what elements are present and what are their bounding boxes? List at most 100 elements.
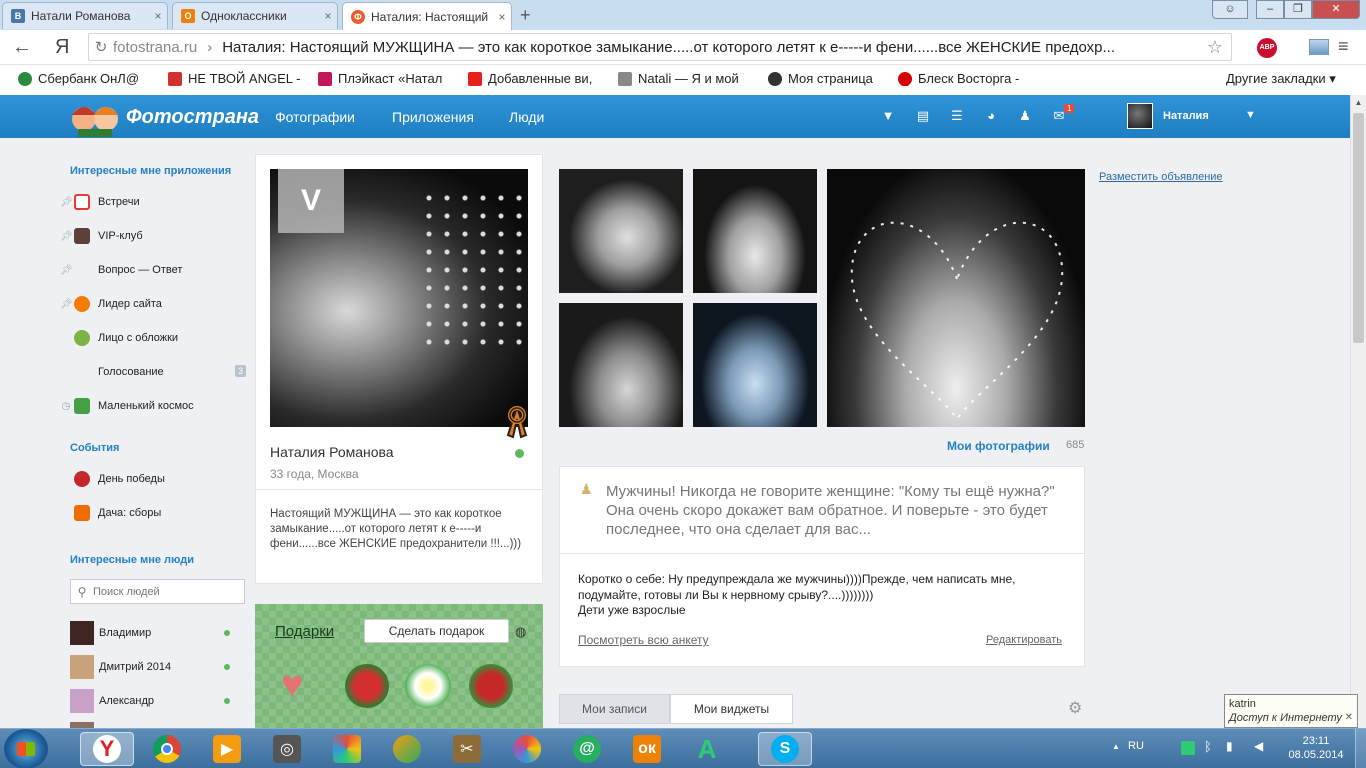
other-bookmarks[interactable]: Другие закладки ▾ [1226, 71, 1336, 87]
skype-taskbar[interactable]: S [758, 732, 812, 766]
tray-app-icon[interactable] [1181, 741, 1195, 755]
photo-thumb-2[interactable] [693, 169, 817, 293]
scroll-up-icon[interactable]: ▲ [1351, 95, 1366, 110]
back-button[interactable]: ← [12, 36, 32, 58]
bookmark-1[interactable]: Сбербанк ОнЛ@ [18, 71, 139, 86]
photo-thumb-3[interactable] [559, 303, 683, 427]
my-photos-link[interactable]: Мои фотографии [947, 439, 1050, 453]
person-dmitry[interactable]: Дмитрий 2014 [70, 654, 230, 680]
yandex-browser-taskbar[interactable]: Y [80, 732, 134, 766]
daisies-gift-icon[interactable] [405, 664, 451, 708]
network-signal-icon[interactable]: ▮ [1226, 739, 1233, 753]
tab-odnoklassniki[interactable]: О Одноклассники × [172, 2, 338, 29]
bookmark-5[interactable]: Natali — Я и мой [618, 71, 739, 86]
gifts-title[interactable]: Подарки [275, 623, 334, 640]
bookmark-6[interactable]: Моя страница [768, 71, 873, 86]
odnoklassniki-taskbar[interactable]: ок [620, 732, 674, 766]
avatar[interactable] [70, 655, 94, 679]
user-avatar[interactable] [1127, 103, 1153, 129]
bluetooth-icon[interactable]: ᛒ [1204, 739, 1212, 754]
vertical-scrollbar[interactable]: ▲ [1350, 95, 1366, 728]
sidebar-app-small-space[interactable]: ◷ Маленький космос [60, 394, 246, 418]
feed-icon[interactable]: ▤ [915, 109, 931, 123]
tab-fotostrana[interactable]: Ф Наталия: Настоящий × [342, 2, 512, 30]
bookmark-2[interactable]: НЕ ТВОЙ ANGEL - [168, 71, 300, 86]
sidebar-app-leader[interactable]: 📌︎ Лидер сайта [60, 292, 246, 316]
photo-thumb-4[interactable] [693, 303, 817, 427]
pin-icon[interactable]: 📌︎ [60, 265, 73, 276]
friends-icon[interactable]: ♟ [1017, 109, 1033, 123]
sidebar-event-victory-day[interactable]: День победы [60, 467, 246, 491]
profile-status[interactable]: Настоящий МУЖЩИНА — это как короткое зам… [270, 507, 530, 552]
people-search-field[interactable]: ⚲ [70, 579, 245, 604]
new-tab-button[interactable]: + [520, 5, 531, 26]
menu-icon[interactable]: ≡ [1338, 36, 1349, 57]
view-profile-link[interactable]: Посмотреть всю анкету [578, 633, 709, 647]
tab-my-widgets[interactable]: Мои виджеты [670, 694, 793, 724]
pie-chart-icon[interactable]: ◕ [983, 109, 999, 123]
make-gift-button[interactable]: Сделать подарок [364, 619, 509, 643]
yandex-logo[interactable]: Я [55, 36, 69, 58]
pin-icon[interactable]: 📌︎ [60, 299, 73, 310]
star-icon[interactable]: ☆ [1207, 37, 1223, 58]
close-icon[interactable]: ✕ [1345, 711, 1353, 725]
bookmark-4[interactable]: Добавленные ви, [468, 71, 592, 86]
reload-icon[interactable]: ↻ [89, 38, 113, 56]
roses-gift-icon[interactable] [345, 664, 389, 708]
photo-editor-taskbar[interactable] [320, 732, 374, 766]
bookmark-7[interactable]: Блеск Восторга - [898, 71, 1019, 86]
scroll-thumb[interactable] [1353, 113, 1364, 343]
pin-icon[interactable]: 📌︎ [60, 197, 73, 208]
person-vladimir[interactable]: Владимир [70, 620, 230, 646]
settings-gear-icon[interactable]: ⚙ [1068, 698, 1082, 718]
sidebar-app-meetings[interactable]: 📌︎ Встречи [60, 190, 246, 214]
sidebar-event-dacha[interactable]: Дача: сборы [60, 501, 246, 525]
photo-large[interactable] [827, 169, 1085, 427]
globe-icon[interactable]: ◍ [515, 624, 526, 640]
place-ad-link[interactable]: Разместить объявление [1099, 171, 1223, 183]
film-taskbar[interactable]: ◎ [260, 732, 314, 766]
nav-people[interactable]: Люди [509, 109, 544, 125]
tab-my-posts[interactable]: Мои записи [559, 694, 670, 724]
list-icon[interactable]: ☰ [949, 109, 965, 123]
show-desktop-button[interactable] [1355, 729, 1366, 768]
show-hidden-icons[interactable]: ▲ [1112, 742, 1120, 751]
adblock-icon[interactable]: ABP [1257, 38, 1277, 58]
avatar[interactable] [70, 621, 94, 645]
chrome-taskbar[interactable] [140, 732, 194, 766]
clock[interactable]: 23:11 08.05.2014 [1286, 734, 1346, 762]
sidebar-app-cover-face[interactable]: Лицо с обложки [60, 326, 246, 350]
avatar[interactable] [70, 689, 94, 713]
person-alexandr[interactable]: Александр [70, 688, 230, 714]
tab-vk[interactable]: В Натали Романова × [2, 2, 168, 29]
pin-icon[interactable]: 📌︎ [60, 231, 73, 242]
edit-link[interactable]: Редактировать [986, 634, 1062, 646]
roses-gift-icon[interactable] [469, 664, 513, 708]
photo-thumb-1[interactable] [559, 169, 683, 293]
language-indicator[interactable]: RU [1128, 740, 1144, 752]
url-bar[interactable]: ↻ fotostrana.ru › Наталия: Настоящий МУЖ… [88, 33, 1232, 61]
sidebar-app-qa[interactable]: 📌︎ Вопрос — Ответ [60, 258, 246, 282]
user-name[interactable]: Наталия [1163, 110, 1209, 122]
people-search-input[interactable] [93, 585, 238, 598]
minimize-button[interactable]: – [1256, 0, 1284, 19]
heart-gift-icon[interactable]: ♥ [281, 664, 304, 707]
agent-taskbar[interactable] [380, 732, 434, 766]
restore-button[interactable]: ❐ [1284, 0, 1312, 19]
movie-maker-taskbar[interactable]: ✂ [440, 732, 494, 766]
site-logo[interactable]: Фотострана [68, 97, 259, 137]
icq-taskbar[interactable]: A [680, 732, 734, 766]
volume-icon[interactable]: ◀ [1254, 739, 1263, 753]
profile-photo[interactable]: V [270, 169, 528, 427]
user-icon[interactable]: ☺ [1212, 0, 1248, 19]
sidebar-app-vip[interactable]: 📌︎ VIP-клуб [60, 224, 246, 248]
diamond-icon[interactable]: ▼ [880, 109, 896, 123]
start-button[interactable] [4, 729, 48, 768]
mail-agent-taskbar[interactable]: @ [560, 732, 614, 766]
close-window-button[interactable]: ✕ [1312, 0, 1360, 19]
paint-taskbar[interactable] [500, 732, 554, 766]
close-icon[interactable]: × [493, 10, 511, 24]
user-menu-chevron-down-icon[interactable]: ▼ [1245, 109, 1256, 121]
nav-apps[interactable]: Приложения [392, 109, 474, 125]
sidebar-app-voting[interactable]: Голосование 3 [60, 360, 246, 384]
